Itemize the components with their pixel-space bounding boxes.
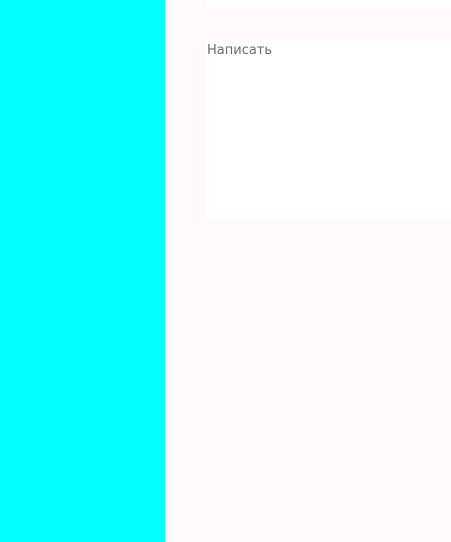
main-content: [165, 0, 451, 542]
compose-input[interactable]: [206, 40, 451, 220]
top-panel: [206, 0, 451, 7]
sidebar: [0, 0, 165, 542]
